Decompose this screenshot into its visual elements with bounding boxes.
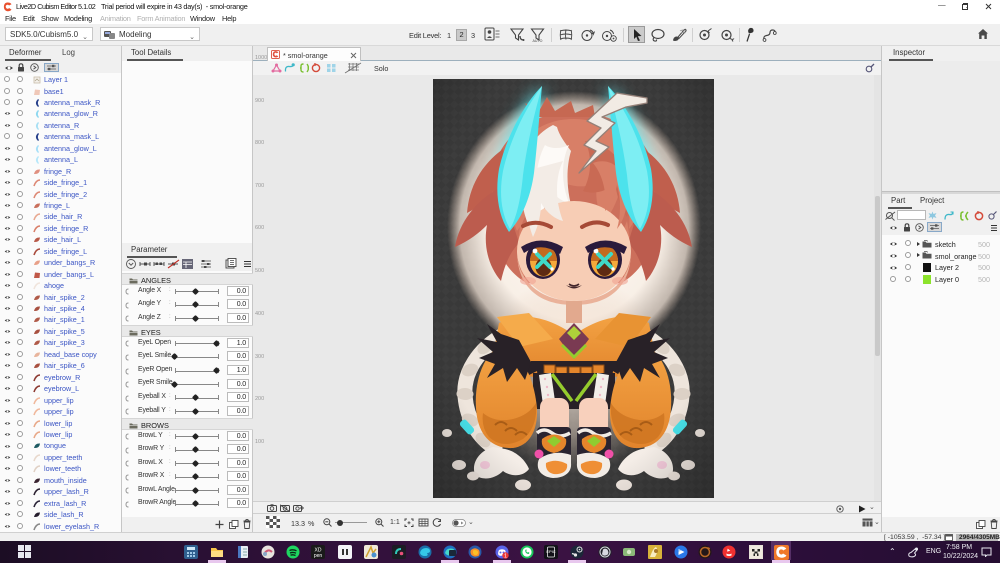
svg-text:AUTO: AUTO bbox=[533, 39, 543, 42]
svg-text:EPIC: EPIC bbox=[546, 549, 555, 554]
svg-text:1: 1 bbox=[504, 553, 507, 558]
svg-text:pen: pen bbox=[314, 553, 323, 559]
